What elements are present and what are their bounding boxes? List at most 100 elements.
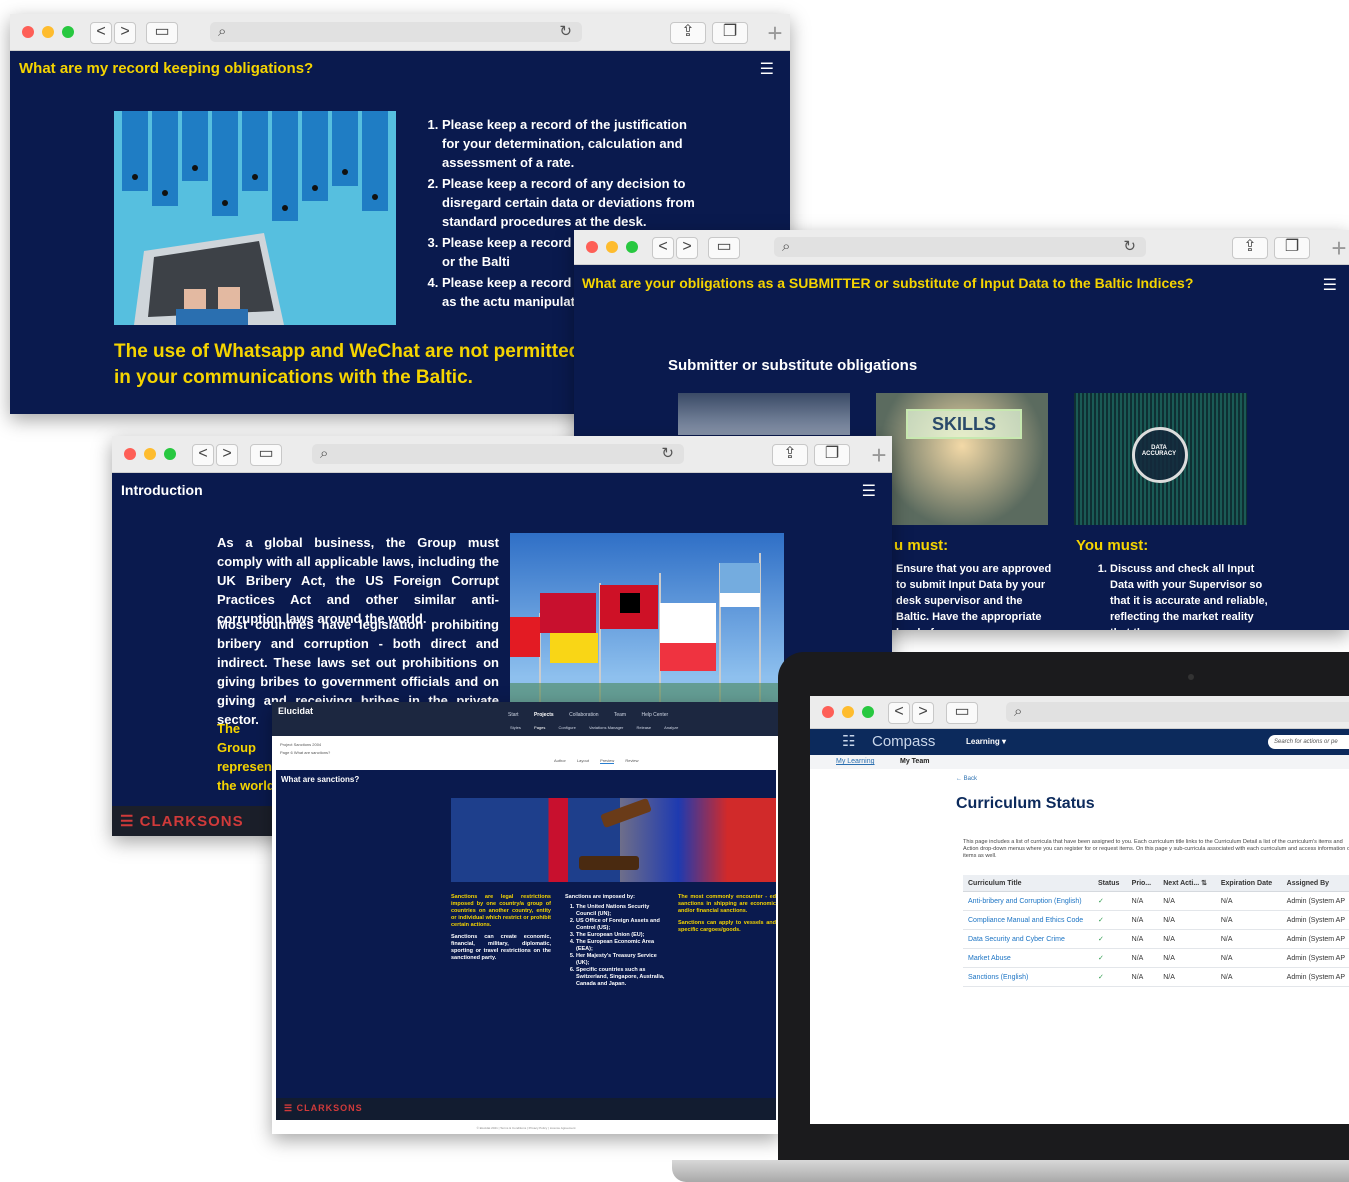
page-info[interactable]: Page 6 What are sanctions? [280, 750, 330, 755]
subnav-analyze[interactable]: Analyze [664, 725, 678, 730]
new-tab-icon[interactable]: + [762, 20, 788, 47]
search-icon: ⌕ [782, 238, 791, 255]
back-link[interactable]: ← Back [956, 776, 977, 782]
forward-button[interactable]: > [676, 237, 698, 259]
table-row: Data Security and Cyber Crime ✓ N/A N/A N/A A… [963, 929, 1349, 949]
elucidat-logo[interactable]: Elucidat [278, 706, 313, 716]
maximize-window-button[interactable] [62, 26, 74, 38]
col-priority[interactable]: Prio... [1126, 875, 1159, 892]
forward-button[interactable]: > [216, 444, 238, 466]
cell-assigned-by: Admin (System AP [1281, 967, 1349, 987]
curriculum-link[interactable]: Compliance Manual and Ethics Code [963, 910, 1093, 930]
list-item: The United Nations Security Council (UN)… [576, 904, 665, 918]
mode-review[interactable]: Review [625, 758, 638, 763]
tabs-icon[interactable]: ❐ [814, 444, 850, 466]
search-actions-input[interactable]: Search for actions or pe [1268, 735, 1349, 749]
list-item: The European Union (EU); [576, 932, 665, 939]
learning-menu[interactable]: Learning ▾ [966, 737, 1006, 746]
address-bar[interactable]: ⌕ ↻ [312, 444, 684, 464]
mode-layout[interactable]: Layout [577, 758, 589, 763]
minimize-window-button[interactable] [606, 241, 618, 253]
sidebar-toggle-icon[interactable]: ▭ [946, 702, 978, 724]
gavel-base [579, 856, 639, 870]
nav-start[interactable]: Start [508, 712, 519, 718]
col-status[interactable]: Status [1093, 875, 1127, 892]
col1-text-a: Sanctions are legal restrictions imposed… [451, 894, 551, 928]
reload-icon[interactable]: ↻ [1123, 237, 1136, 257]
tabs-icon[interactable]: ❐ [1274, 237, 1310, 259]
cell-expiration: N/A [1215, 948, 1282, 968]
page-title: What are your obligations as a SUBMITTER… [582, 275, 1194, 291]
back-button[interactable]: < [888, 702, 910, 724]
compass-brand[interactable]: Compass [872, 733, 935, 750]
maximize-window-button[interactable] [862, 706, 874, 718]
new-tab-icon[interactable]: + [1326, 235, 1349, 262]
back-button[interactable]: < [192, 444, 214, 466]
new-tab-icon[interactable]: + [866, 442, 892, 469]
forward-button[interactable]: > [912, 702, 934, 724]
close-window-button[interactable] [586, 241, 598, 253]
clarksons-logo-icon: ☰ [284, 1103, 297, 1113]
tab-my-team[interactable]: My Team [900, 758, 929, 765]
maximize-window-button[interactable] [626, 241, 638, 253]
cell-assigned-by: Admin (System AP [1281, 891, 1349, 911]
address-bar[interactable]: ⌕ ↻ [210, 22, 582, 42]
col-next-action[interactable]: Next Acti... ⇅ [1158, 875, 1216, 892]
curriculum-link[interactable]: Market Abuse [963, 948, 1093, 968]
reload-icon[interactable]: ↻ [559, 22, 572, 42]
maximize-window-button[interactable] [164, 448, 176, 460]
col-title[interactable]: Curriculum Title [963, 875, 1093, 892]
curriculum-link[interactable]: Anti-bribery and Corruption (English) [963, 891, 1093, 911]
mode-preview[interactable]: Preview [600, 758, 615, 764]
back-button[interactable]: < [90, 22, 112, 44]
nav-projects[interactable]: Projects [534, 712, 554, 718]
share-icon[interactable]: ⇪ [670, 22, 706, 44]
sanctions-flags-image [451, 797, 776, 882]
address-bar[interactable]: ⌕ [1006, 702, 1349, 722]
minimize-window-button[interactable] [144, 448, 156, 460]
col-expiration[interactable]: Expiration Date [1215, 875, 1282, 892]
curriculum-link[interactable]: Data Security and Cyber Crime [963, 929, 1093, 949]
sidebar-toggle-icon[interactable]: ▭ [146, 22, 178, 44]
curriculum-link[interactable]: Sanctions (English) [963, 967, 1093, 987]
minimize-window-button[interactable] [842, 706, 854, 718]
reload-icon[interactable]: ↻ [661, 444, 674, 464]
close-window-button[interactable] [124, 448, 136, 460]
menu-icon[interactable]: ☰ [760, 59, 774, 79]
cell-next-action: N/A [1158, 910, 1216, 930]
nav-help-center[interactable]: Help Center [641, 712, 668, 718]
menu-icon[interactable]: ☰ [862, 481, 876, 501]
mode-switch: Author Layout Preview Review [554, 758, 639, 764]
table-header-row: Curriculum Title Status Prio... Next Act… [963, 875, 1349, 892]
sidebar-toggle-icon[interactable]: ▭ [250, 444, 282, 466]
share-icon[interactable]: ⇪ [772, 444, 808, 466]
minimize-window-button[interactable] [42, 26, 54, 38]
menu-icon[interactable]: ☰ [1323, 275, 1337, 295]
section-subtitle: Submitter or substitute obligations [668, 357, 918, 374]
intro-paragraph-3: The Group represent the world [217, 721, 277, 793]
project-info: Project Sanctions 2004 [280, 742, 321, 747]
subnav-release[interactable]: Release [636, 725, 651, 730]
nav-collaboration[interactable]: Collaboration [569, 712, 598, 718]
tab-my-learning[interactable]: My Learning [836, 758, 875, 765]
subnav-configure[interactable]: Configure [559, 725, 576, 730]
sidebar-toggle-icon[interactable]: ▭ [708, 237, 740, 259]
close-window-button[interactable] [22, 26, 34, 38]
tabs-icon[interactable]: ❐ [712, 22, 748, 44]
col-assigned-by[interactable]: Assigned By [1281, 875, 1349, 892]
address-bar[interactable]: ⌕ ↻ [774, 237, 1146, 257]
data-accuracy-image: DATA ACCURACY [1074, 393, 1247, 525]
forward-button[interactable]: > [114, 22, 136, 44]
elucidat-footer: © Elucidat 2021 | Terms & Conditions | P… [476, 1126, 576, 1130]
laptop-base [672, 1160, 1349, 1182]
share-icon[interactable]: ⇪ [1232, 237, 1268, 259]
subnav-styles[interactable]: Styles [510, 725, 521, 730]
compass-logo-icon: ☷ [842, 733, 856, 750]
subnav-variations[interactable]: Variations Manager [589, 725, 623, 730]
page-title: Introduction [121, 482, 203, 498]
back-button[interactable]: < [652, 237, 674, 259]
nav-team[interactable]: Team [614, 712, 626, 718]
mode-author[interactable]: Author [554, 758, 566, 763]
close-window-button[interactable] [822, 706, 834, 718]
subnav-pages[interactable]: Pages [534, 725, 545, 730]
